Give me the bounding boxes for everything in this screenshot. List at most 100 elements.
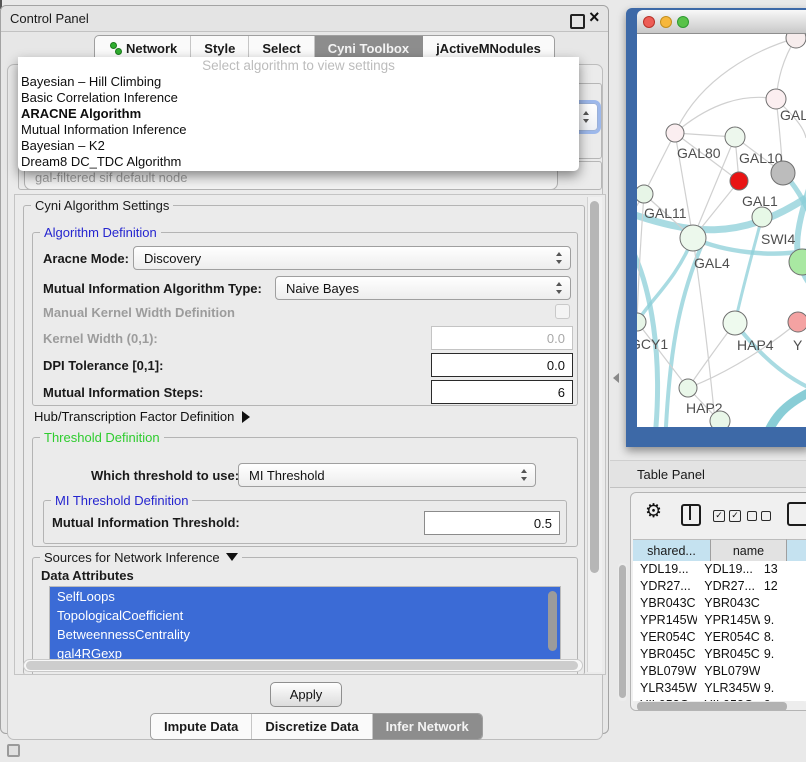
table-header-row: shared...nameA	[633, 539, 806, 562]
table-row[interactable]: YBR045CYBR045C9.	[633, 646, 806, 663]
tab-label: Style	[204, 41, 235, 56]
table-vertical-scrollbar-thumb[interactable]	[619, 565, 626, 698]
which-threshold-combo[interactable]: MI Threshold	[238, 463, 536, 487]
column-split-icon[interactable]	[681, 504, 701, 526]
network-node-y[interactable]	[788, 312, 806, 332]
table-row[interactable]: YER054CYER054C8.	[633, 629, 806, 646]
hub-definition-label: Hub/Transcription Factor Definition	[34, 409, 234, 424]
network-node-gal11[interactable]	[637, 185, 653, 203]
settings-vertical-scrollbar[interactable]	[587, 197, 602, 672]
mi-algorithm-type-value: Naive Bayes	[286, 281, 359, 296]
cyni-algorithm-settings-group: Cyni Algorithm Settings Algorithm Defini…	[23, 205, 585, 675]
tab-label: Select	[262, 41, 300, 56]
minimize-button[interactable]	[660, 16, 672, 28]
mi-threshold-field[interactable]: 0.5	[424, 511, 560, 535]
aracne-mode-value: Discovery	[144, 251, 201, 266]
zoom-button[interactable]	[677, 16, 689, 28]
gear-icon[interactable]: ⚙	[645, 500, 662, 522]
deselect-all-icon[interactable]	[747, 511, 771, 521]
table-cell: 9.	[760, 612, 806, 629]
mi-steps-label: Mutual Information Steps:	[43, 385, 203, 400]
table-cell: 13	[760, 561, 806, 578]
table-row[interactable]: YDR27...YDR27...12	[633, 578, 806, 595]
export-table-icon[interactable]	[787, 502, 806, 526]
mi-algorithm-type-combo[interactable]: Naive Bayes	[275, 276, 571, 300]
network-window-titlebar[interactable]	[637, 10, 806, 34]
table-cell: YBL079W	[633, 663, 697, 680]
tab-label: Discretize Data	[265, 719, 358, 734]
table-row[interactable]: YDL19...YDL19...13	[633, 561, 806, 578]
stepper-arrows-icon	[521, 469, 528, 481]
algorithm-option-basic-correlation-inference[interactable]: Basic Correlation Inference	[18, 90, 579, 106]
network-node-gal4[interactable]	[680, 225, 706, 251]
table-row[interactable]: YPR145WYPR145W9.	[633, 612, 806, 629]
attribute-item-betweennesscentrality[interactable]: BetweennessCentrality	[50, 625, 560, 644]
table-row[interactable]: YBR043CYBR043C	[633, 595, 806, 612]
algorithm-option-aracne-algorithm[interactable]: ARACNE Algorithm	[18, 106, 579, 122]
network-node-hap2[interactable]	[679, 379, 697, 397]
tab-label: Network	[126, 41, 177, 56]
tab-infer-network[interactable]: Infer Network	[373, 714, 482, 739]
column-header-name[interactable]: name	[711, 539, 787, 561]
node-label-y: Y	[793, 337, 803, 353]
attribute-item-topologicalcoefficient[interactable]: TopologicalCoefficient	[50, 606, 560, 625]
network-node-gal1[interactable]	[730, 172, 748, 190]
mi-steps-field[interactable]: 6	[431, 380, 573, 404]
manual-kernel-width-checkbox[interactable]	[555, 304, 570, 319]
hub-definition-disclosure[interactable]: Hub/Transcription Factor Definition	[34, 408, 250, 426]
column-header-shared[interactable]: shared...	[633, 539, 711, 561]
node-label-gal80: GAL80	[677, 145, 721, 161]
float-window-button[interactable]	[570, 14, 585, 29]
network-canvas[interactable]: GALGAL80GAL10GAL11GAL1SWI4GAL4GCY1HAP4YH…	[637, 34, 806, 427]
network-node-gcy1[interactable]	[637, 313, 646, 331]
settings-horizontal-scrollbar[interactable]	[23, 659, 583, 672]
network-node-gal[interactable]	[766, 89, 786, 109]
network-node[interactable]	[786, 34, 806, 48]
settings-horizontal-scrollbar-thumb[interactable]	[26, 661, 578, 670]
tab-impute-data[interactable]: Impute Data	[151, 714, 252, 739]
column-header-a[interactable]: A	[787, 539, 806, 561]
tab-label: Impute Data	[164, 719, 238, 734]
network-node-gal10[interactable]	[725, 127, 745, 147]
table-panel-title: Table Panel	[637, 467, 705, 482]
table-row[interactable]: YBL079WYBL079W	[633, 663, 806, 680]
manual-kernel-width-label: Manual Kernel Width Definition	[43, 305, 235, 320]
node-label-gcy1: GCY1	[637, 336, 668, 352]
algorithm-option-bayesian-hill-climbing[interactable]: Bayesian – Hill Climbing	[18, 74, 579, 90]
table-row[interactable]: YLR345WYLR345W9.	[633, 680, 806, 697]
algorithm-option-mutual-information-inference[interactable]: Mutual Information Inference	[18, 122, 579, 138]
attribute-item-selfloops[interactable]: SelfLoops	[50, 587, 560, 606]
list-scrollbar-thumb[interactable]	[548, 591, 557, 651]
settings-vertical-scrollbar-thumb[interactable]	[590, 201, 599, 573]
dock-panel-icon[interactable]	[7, 744, 20, 757]
table-cell	[760, 663, 806, 680]
select-all-icon[interactable]: ✓✓	[713, 510, 741, 522]
node-label-gal11: GAL11	[644, 205, 687, 221]
table-cell: YDL19...	[697, 561, 760, 578]
network-node[interactable]	[710, 411, 730, 427]
table-horizontal-scrollbar-thumb[interactable]	[637, 702, 787, 711]
stepper-arrows-icon	[556, 282, 563, 294]
network-node[interactable]	[771, 161, 795, 185]
table-vertical-scrollbar[interactable]	[618, 563, 627, 701]
network-node-swi4[interactable]	[752, 207, 772, 227]
tab-discretize-data[interactable]: Discretize Data	[252, 714, 372, 739]
data-attributes-list[interactable]: SelfLoopsTopologicalCoefficientBetweenne…	[49, 586, 561, 662]
algorithm-option-bayesian-k2[interactable]: Bayesian – K2	[18, 138, 579, 154]
table-horizontal-scrollbar[interactable]	[633, 701, 806, 711]
aracne-mode-combo[interactable]: Discovery	[133, 246, 571, 270]
table-cell: YER054C	[633, 629, 697, 646]
close-panel-button[interactable]: ×	[589, 7, 600, 28]
network-node-gal80[interactable]	[666, 124, 684, 142]
apply-button[interactable]: Apply	[270, 682, 342, 707]
kernel-width-field[interactable]: 0.0	[431, 326, 573, 350]
mi-threshold-definition-title: MI Threshold Definition	[51, 493, 192, 508]
close-button[interactable]	[643, 16, 655, 28]
node-label-gal4: GAL4	[694, 255, 730, 271]
network-node-hap4[interactable]	[723, 311, 747, 335]
splitter-collapse-arrow[interactable]	[613, 373, 619, 383]
bottom-tab-bar: Impute Data Discretize Data Infer Network	[150, 713, 483, 740]
algorithm-option-dream8-dc-tdc-algorithm[interactable]: Dream8 DC_TDC Algorithm	[18, 154, 579, 170]
dpi-tolerance-field[interactable]: 0.0	[431, 353, 573, 377]
sources-title: Sources for Network Inference	[40, 550, 242, 565]
